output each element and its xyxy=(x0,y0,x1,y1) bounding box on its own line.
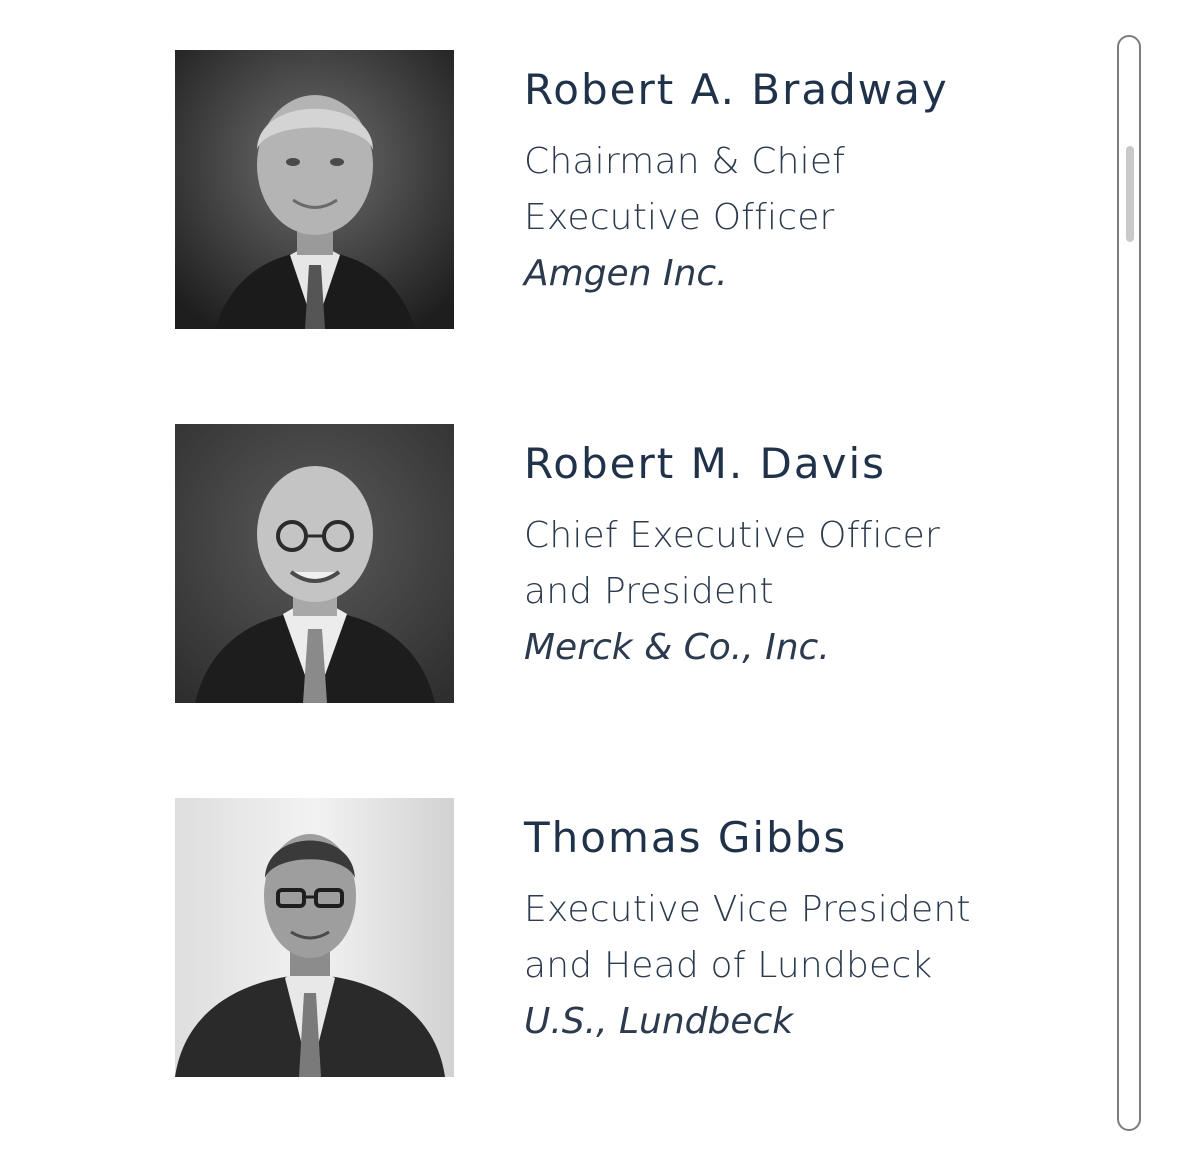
scrollbar-thumb[interactable] xyxy=(1126,146,1134,242)
member-photo xyxy=(175,424,454,703)
member-title-line: Executive Vice President xyxy=(524,889,971,930)
member-title-line: and Head of Lundbeck xyxy=(524,945,933,986)
member-company: U.S., Lundbeck xyxy=(524,1001,794,1042)
member-title-line: and President xyxy=(524,571,774,612)
member-card: Thomas Gibbs Executive Vice President an… xyxy=(175,798,1075,1078)
member-title-line: Chairman & Chief xyxy=(524,141,846,182)
member-info: Robert M. Davis Chief Executive Officer … xyxy=(524,434,1044,676)
member-name: Thomas Gibbs xyxy=(524,813,848,862)
member-card: Robert M. Davis Chief Executive Officer … xyxy=(175,424,1075,704)
member-company: Amgen Inc. xyxy=(524,253,728,294)
member-title-line: Executive Officer xyxy=(524,197,835,238)
member-name: Robert A. Bradway xyxy=(524,65,949,114)
member-list: Robert A. Bradway Chairman & Chief Execu… xyxy=(0,0,1100,1157)
member-photo xyxy=(175,798,454,1077)
member-info: Robert A. Bradway Chairman & Chief Execu… xyxy=(524,60,1044,302)
member-title-line: Chief Executive Officer xyxy=(524,515,940,556)
vertical-scrollbar[interactable] xyxy=(1117,35,1141,1131)
member-photo xyxy=(175,50,454,329)
member-company: Merck & Co., Inc. xyxy=(524,627,830,668)
member-name: Robert M. Davis xyxy=(524,439,887,488)
member-info: Thomas Gibbs Executive Vice President an… xyxy=(524,808,1044,1050)
member-card: Robert A. Bradway Chairman & Chief Execu… xyxy=(175,50,1075,330)
